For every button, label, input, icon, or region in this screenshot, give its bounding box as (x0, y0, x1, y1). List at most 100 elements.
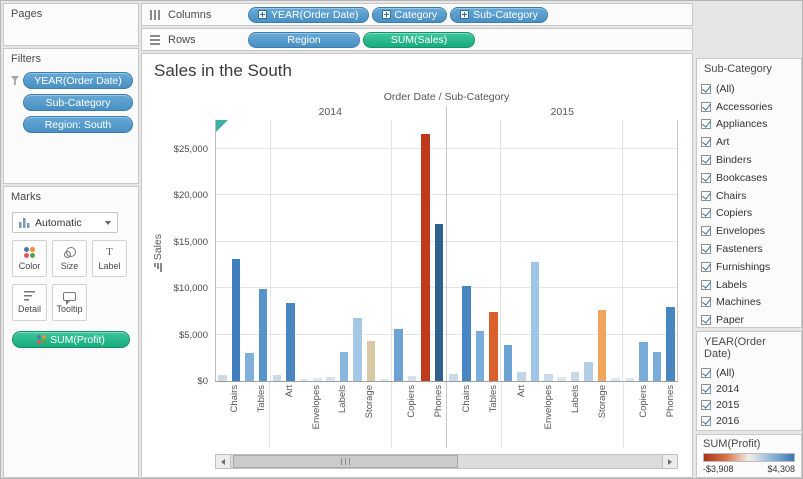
bar-mark[interactable] (353, 318, 362, 381)
marks-button-color[interactable]: Color (12, 240, 47, 277)
mark-type-dropdown[interactable]: Automatic (12, 212, 118, 233)
bar-mark-tables[interactable] (259, 289, 268, 381)
marks-pill-sum-profit[interactable]: SUM(Profit) (12, 331, 130, 348)
horizontal-scrollbar[interactable] (215, 454, 678, 469)
subcategory-item-machines[interactable]: Machines (701, 294, 797, 312)
filter-pill-year-order-date[interactable]: YEAR(Order Date) (23, 72, 133, 89)
bar-mark[interactable] (273, 375, 282, 381)
subcategory-item-binders[interactable]: Binders (701, 151, 797, 169)
bar-mark[interactable] (326, 377, 335, 381)
bar-mark[interactable] (476, 331, 485, 381)
subcategory-item-fasteners[interactable]: Fasteners (701, 240, 797, 258)
expand-plus-icon[interactable] (258, 10, 267, 19)
bar-mark-art[interactable] (517, 372, 526, 381)
bar-mark[interactable] (653, 352, 662, 381)
bar-mark[interactable] (584, 362, 593, 382)
marks-button-label[interactable]: TLabel (92, 240, 127, 277)
rows-pill-sum-sales[interactable]: SUM(Sales) (363, 32, 475, 48)
checkbox[interactable] (701, 137, 711, 147)
bar-mark[interactable] (300, 379, 309, 381)
columns-shelf[interactable]: Columns YEAR(Order Date)CategorySub-Cate… (141, 3, 693, 26)
bar-mark[interactable] (531, 262, 540, 381)
filter-pill-sub-category[interactable]: Sub-Category (23, 94, 133, 111)
checkbox[interactable] (701, 416, 711, 426)
subcategory-item-accessories[interactable]: Accessories (701, 98, 797, 116)
bar-mark-labels[interactable] (571, 372, 580, 381)
rows-pill-region[interactable]: Region (248, 32, 360, 48)
year-item-2017[interactable]: 2017 (701, 429, 797, 431)
bar-mark[interactable] (421, 134, 430, 381)
subcategory-item-all[interactable]: (All) (701, 80, 797, 98)
bar-mark[interactable] (611, 378, 620, 381)
subcategory-item-art[interactable]: Art (701, 133, 797, 151)
bar-mark[interactable] (218, 375, 227, 381)
checkbox[interactable] (701, 368, 711, 378)
marks-button-size[interactable]: Size (52, 240, 87, 277)
checkbox[interactable] (701, 315, 711, 325)
bar-mark[interactable] (394, 329, 403, 381)
bar-mark[interactable] (504, 345, 513, 381)
checkbox[interactable] (701, 262, 711, 272)
scrollbar-track[interactable] (231, 455, 662, 468)
bar-mark-labels[interactable] (340, 352, 349, 381)
checkbox[interactable] (701, 244, 711, 254)
bar-mark-copiers[interactable] (408, 376, 417, 381)
plot-area[interactable] (215, 120, 678, 382)
bar-mark-storage[interactable] (367, 341, 376, 381)
marks-button-detail[interactable]: Detail (12, 284, 47, 321)
bar-mark-tables[interactable] (489, 312, 498, 381)
column-field-header[interactable]: Order Date / Sub-Category (215, 91, 678, 103)
year-item-2014[interactable]: 2014 (701, 381, 797, 397)
checkbox[interactable] (701, 84, 711, 94)
bar-mark[interactable] (557, 377, 566, 381)
subcategory-item-labels[interactable]: Labels (701, 276, 797, 294)
checkbox[interactable] (701, 191, 711, 201)
subcategory-item-chairs[interactable]: Chairs (701, 187, 797, 205)
profit-gradient-bar[interactable] (703, 453, 795, 462)
bar-mark-copiers[interactable] (639, 342, 648, 381)
bar-mark-phones[interactable] (666, 307, 675, 381)
columns-pill-year-order-date[interactable]: YEAR(Order Date) (248, 7, 369, 23)
bar-mark[interactable] (245, 353, 254, 381)
pages-shelf[interactable]: Pages (3, 3, 139, 46)
scroll-left-button[interactable] (216, 455, 231, 468)
bar-mark-storage[interactable] (598, 310, 607, 381)
bar-mark[interactable] (380, 379, 389, 381)
bar-mark-art[interactable] (286, 303, 295, 381)
checkbox[interactable] (701, 226, 711, 236)
rows-shelf[interactable]: Rows RegionSUM(Sales) (141, 28, 693, 51)
year-item-2016[interactable]: 2016 (701, 413, 797, 429)
year-item-all[interactable]: (All) (701, 365, 797, 381)
bar-mark-chairs[interactable] (232, 259, 241, 381)
bar-mark-envelopes[interactable] (313, 378, 322, 381)
filters-shelf[interactable]: Filters YEAR(Order Date)Sub-CategoryRegi… (3, 48, 139, 184)
subcategory-item-paper[interactable]: Paper (701, 311, 797, 328)
expand-plus-icon[interactable] (460, 10, 469, 19)
bar-mark[interactable] (626, 378, 635, 381)
filter-pill-region-south[interactable]: Region: South (23, 116, 133, 133)
checkbox[interactable] (701, 119, 711, 129)
expand-plus-icon[interactable] (382, 10, 391, 19)
bar-mark[interactable] (449, 374, 458, 381)
subcategory-item-furnishings[interactable]: Furnishings (701, 258, 797, 276)
checkbox[interactable] (701, 173, 711, 183)
bar-mark-chairs[interactable] (462, 286, 471, 381)
bar-mark-envelopes[interactable] (544, 374, 553, 381)
scroll-right-button[interactable] (662, 455, 677, 468)
checkbox[interactable] (701, 208, 711, 218)
checkbox[interactable] (701, 280, 711, 290)
columns-pill-category[interactable]: Category (372, 7, 448, 23)
checkbox[interactable] (701, 384, 711, 394)
subcategory-item-bookcases[interactable]: Bookcases (701, 169, 797, 187)
marks-button-tooltip[interactable]: Tooltip (52, 284, 87, 321)
checkbox[interactable] (701, 297, 711, 307)
bar-mark-phones[interactable] (435, 224, 444, 381)
checkbox[interactable] (701, 102, 711, 112)
checkbox[interactable] (701, 400, 711, 410)
columns-pill-sub-category[interactable]: Sub-Category (450, 7, 548, 23)
checkbox[interactable] (701, 155, 711, 165)
year-item-2015[interactable]: 2015 (701, 397, 797, 413)
subcategory-item-envelopes[interactable]: Envelopes (701, 222, 797, 240)
subcategory-item-copiers[interactable]: Copiers (701, 205, 797, 223)
resize-corner-triangle[interactable] (216, 120, 228, 132)
